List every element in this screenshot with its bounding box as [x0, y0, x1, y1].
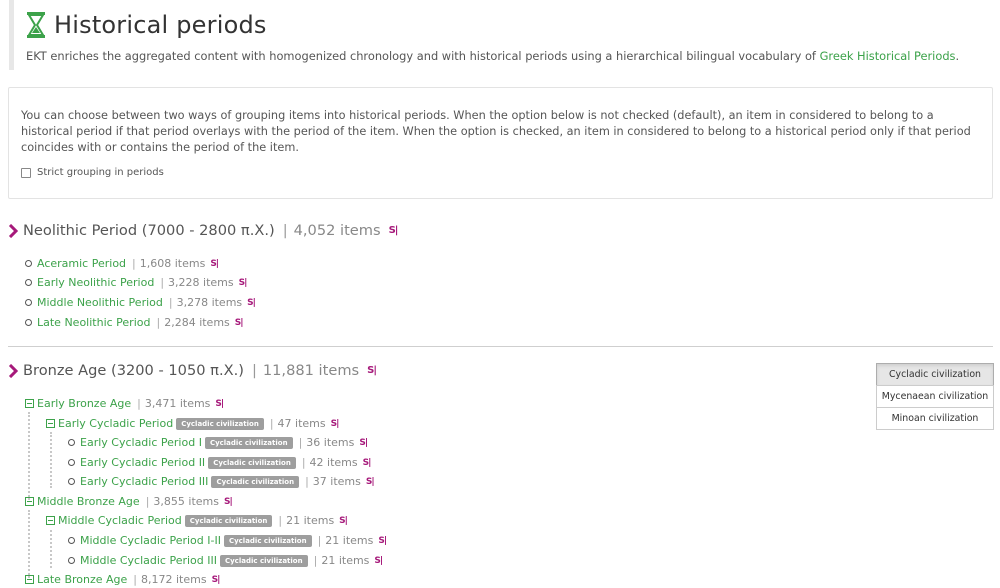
tree-node: Early Cycladic Period I Cycladic civiliz…	[68, 436, 368, 449]
search-icon[interactable]: S|	[331, 419, 340, 429]
period-link[interactable]: Aceramic Period	[37, 257, 126, 270]
tree-guide	[50, 432, 52, 488]
civilization-badge: Cycladic civilization	[176, 417, 264, 430]
collapse-icon[interactable]	[25, 399, 34, 408]
circle-bullet-icon	[68, 557, 75, 564]
period-link[interactable]: Late Bronze Age	[37, 573, 127, 586]
search-icon[interactable]: S|	[367, 365, 377, 376]
strict-grouping-checkbox[interactable]	[21, 167, 31, 178]
list-item: Early Neolithic Period | 3,228 items S|	[25, 276, 248, 289]
period-link[interactable]: Early Bronze Age	[37, 397, 131, 410]
page-header: Historical periods EKT enriches the aggr…	[9, 0, 994, 70]
period-link[interactable]: Early Cycladic Period I	[80, 436, 202, 449]
civilization-badge: Cycladic civilization	[208, 456, 296, 469]
civilization-filter-group: Cycladic civilization Mycenaean civiliza…	[876, 363, 994, 430]
tree-guide	[28, 412, 30, 500]
circle-bullet-icon	[68, 459, 75, 466]
neolithic-title: Neolithic Period (7000 - 2800 π.Χ.)	[23, 222, 275, 239]
period-link[interactable]: Early Cycladic Period III	[80, 475, 208, 488]
period-link[interactable]: Middle Cycladic Period	[58, 514, 182, 527]
bronze-age-heading[interactable]: Bronze Age (3200 - 1050 π.Χ.) | 11,881 i…	[8, 362, 377, 379]
filter-cycladic-button[interactable]: Cycladic civilization	[876, 363, 994, 386]
search-icon[interactable]: S|	[359, 438, 368, 448]
circle-bullet-icon	[25, 299, 32, 306]
grouping-info-box: You can choose between two ways of group…	[8, 87, 993, 199]
greek-historical-periods-link[interactable]: Greek Historical Periods	[820, 49, 956, 63]
search-icon[interactable]: S|	[366, 477, 375, 487]
filter-mycenaean-button[interactable]: Mycenaean civilization	[876, 385, 994, 408]
tree-node: Early Bronze Age | 3,471 items S|	[25, 397, 224, 410]
period-link[interactable]: Late Neolithic Period	[37, 316, 150, 329]
civilization-badge: Cycladic civilization	[184, 514, 273, 527]
bronze-age-count: 11,881 items	[262, 362, 360, 379]
period-link[interactable]: Middle Cycladic Period III	[80, 554, 217, 567]
collapse-icon[interactable]	[25, 497, 34, 506]
circle-bullet-icon	[25, 279, 32, 286]
civilization-badge: Cycladic civilization	[204, 436, 293, 449]
search-icon[interactable]: S|	[247, 298, 256, 308]
grouping-description: You can choose between two ways of group…	[21, 109, 971, 154]
search-icon[interactable]: S|	[339, 516, 348, 526]
tree-guide	[50, 530, 52, 568]
period-link[interactable]: Early Neolithic Period	[37, 276, 154, 289]
collapse-icon[interactable]	[25, 575, 34, 584]
search-icon[interactable]: S|	[363, 458, 372, 468]
section-divider	[8, 346, 993, 347]
bronze-age-title: Bronze Age (3200 - 1050 π.Χ.)	[23, 362, 244, 379]
search-icon[interactable]: S|	[215, 399, 224, 409]
search-icon[interactable]: S|	[210, 259, 219, 269]
collapse-icon[interactable]	[46, 516, 55, 525]
civilization-badge: Cycladic civilization	[211, 475, 300, 488]
tree-guide	[28, 510, 30, 578]
tree-node: Middle Cycladic Period III Cycladic civi…	[68, 554, 383, 567]
civilization-badge: Cycladic civilization	[219, 554, 308, 567]
chevron-right-icon	[8, 363, 18, 378]
search-icon[interactable]: S|	[235, 318, 244, 328]
collapse-icon[interactable]	[46, 419, 55, 428]
circle-bullet-icon	[25, 260, 32, 267]
tree-node: Late Bronze Age | 8,172 items S|	[25, 573, 221, 586]
period-link[interactable]: Middle Bronze Age	[37, 495, 140, 508]
chevron-right-icon	[8, 223, 18, 238]
period-link[interactable]: Middle Neolithic Period	[37, 296, 163, 309]
circle-bullet-icon	[68, 537, 75, 544]
search-icon[interactable]: S|	[212, 575, 221, 585]
period-link[interactable]: Middle Cycladic Period I-II	[80, 534, 221, 547]
intro-text: EKT enriches the aggregated content with…	[26, 49, 960, 63]
neolithic-count: 4,052 items	[293, 222, 381, 239]
search-icon[interactable]: S|	[224, 497, 233, 507]
tree-node: Middle Bronze Age | 3,855 items S|	[25, 495, 233, 508]
circle-bullet-icon	[68, 439, 75, 446]
tree-node: Early Cycladic Period III Cycladic civil…	[68, 475, 375, 488]
search-icon[interactable]: S|	[239, 278, 248, 288]
list-item: Aceramic Period | 1,608 items S|	[25, 257, 219, 270]
strict-grouping-option[interactable]: Strict grouping in periods	[21, 167, 980, 178]
page-title: Historical periods	[54, 11, 267, 39]
list-item: Middle Neolithic Period | 3,278 items S|	[25, 296, 256, 309]
civilization-badge: Cycladic civilization	[223, 534, 312, 547]
tree-node: Early Cycladic Period II Cycladic civili…	[68, 456, 372, 469]
period-link[interactable]: Early Cycladic Period II	[80, 456, 205, 469]
circle-bullet-icon	[68, 478, 75, 485]
search-icon[interactable]: S|	[374, 556, 383, 566]
list-item: Late Neolithic Period | 2,284 items S|	[25, 316, 244, 329]
filter-minoan-button[interactable]: Minoan civilization	[876, 407, 994, 430]
tree-node: Middle Cycladic Period Cycladic civiliza…	[46, 514, 348, 527]
period-link[interactable]: Early Cycladic Period	[58, 417, 173, 430]
tree-node: Early Cycladic Period Cycladic civilizat…	[46, 417, 340, 430]
tree-node: Middle Cycladic Period I-II Cycladic civ…	[68, 534, 387, 547]
circle-bullet-icon	[25, 319, 32, 326]
neolithic-heading[interactable]: Neolithic Period (7000 - 2800 π.Χ.) | 4,…	[8, 222, 399, 239]
strict-grouping-label: Strict grouping in periods	[37, 167, 164, 178]
hourglass-icon	[27, 12, 45, 38]
search-icon[interactable]: S|	[378, 536, 387, 546]
search-icon[interactable]: S|	[389, 225, 399, 236]
